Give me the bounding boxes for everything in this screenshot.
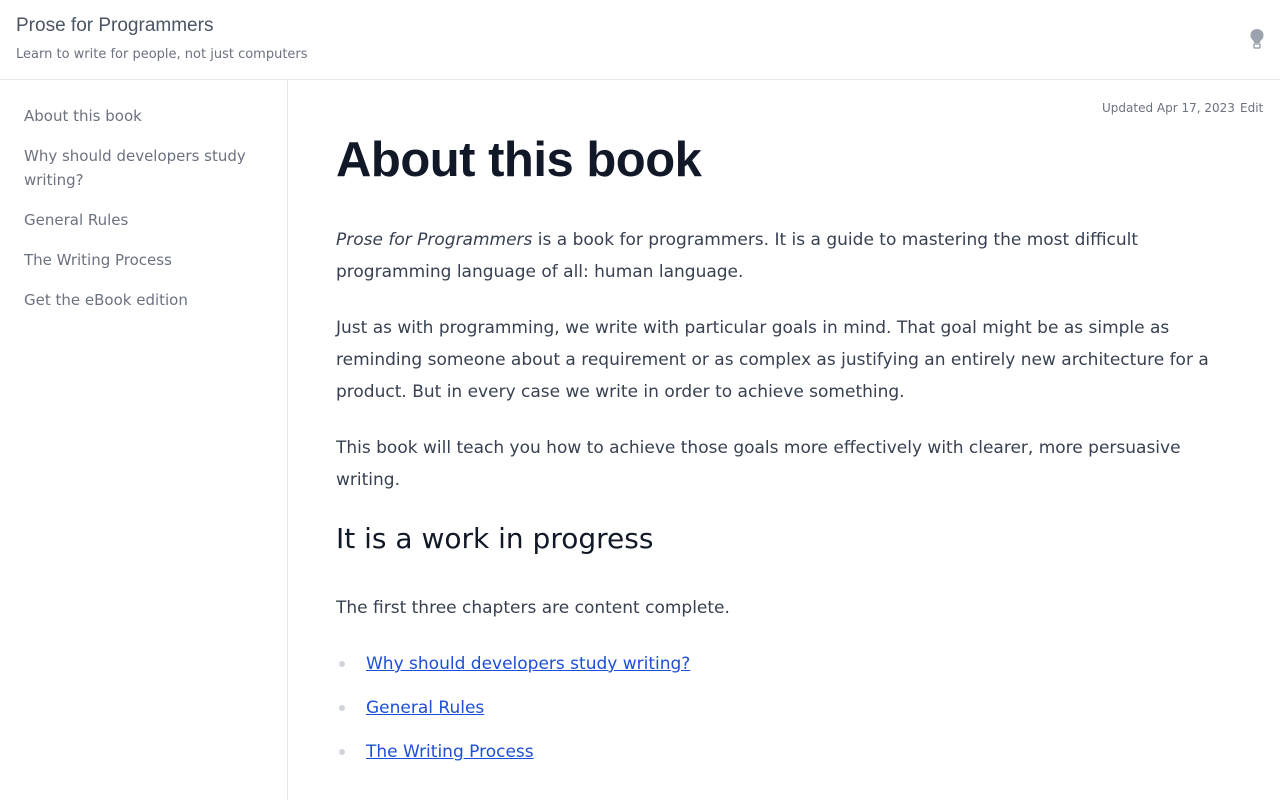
book-title-emphasis: Prose for Programmers (336, 230, 533, 250)
sidebar-item-ebook[interactable]: Get the eBook edition (24, 288, 264, 312)
intro-paragraph: Prose for Programmers is a book for prog… (336, 224, 1236, 288)
purpose-paragraph: This book will teach you how to achieve … (336, 438, 1181, 490)
list-bullet (339, 705, 345, 711)
list-bullet (339, 661, 345, 667)
goals-paragraph: Just as with programming, we write with … (336, 318, 1209, 402)
sidebar-item-why-study-writing[interactable]: Why should developers study writing? (24, 144, 264, 192)
chapter-link-why-study-writing[interactable]: Why should developers study writing? (366, 652, 690, 676)
section-heading: It is a work in progress (336, 522, 654, 555)
list-bullet (339, 749, 345, 755)
sidebar-item-writing-process[interactable]: The Writing Process (24, 248, 264, 272)
site-header: Prose for Programmers Learn to write for… (0, 0, 1280, 80)
sidebar-item-general-rules[interactable]: General Rules (24, 208, 264, 232)
progress-paragraph: The first three chapters are content com… (336, 598, 730, 618)
edit-link[interactable]: Edit (1240, 100, 1263, 116)
sidebar-item-about[interactable]: About this book (24, 104, 264, 128)
page-title: About this book (336, 133, 702, 187)
chapter-link-writing-process[interactable]: The Writing Process (366, 740, 534, 764)
lightbulb-icon[interactable] (1249, 28, 1265, 50)
site-title[interactable]: Prose for Programmers (16, 15, 213, 37)
chapter-link-general-rules[interactable]: General Rules (366, 696, 484, 720)
updated-date: Updated Apr 17, 2023 (1102, 101, 1235, 115)
site-tagline: Learn to write for people, not just comp… (16, 47, 308, 62)
